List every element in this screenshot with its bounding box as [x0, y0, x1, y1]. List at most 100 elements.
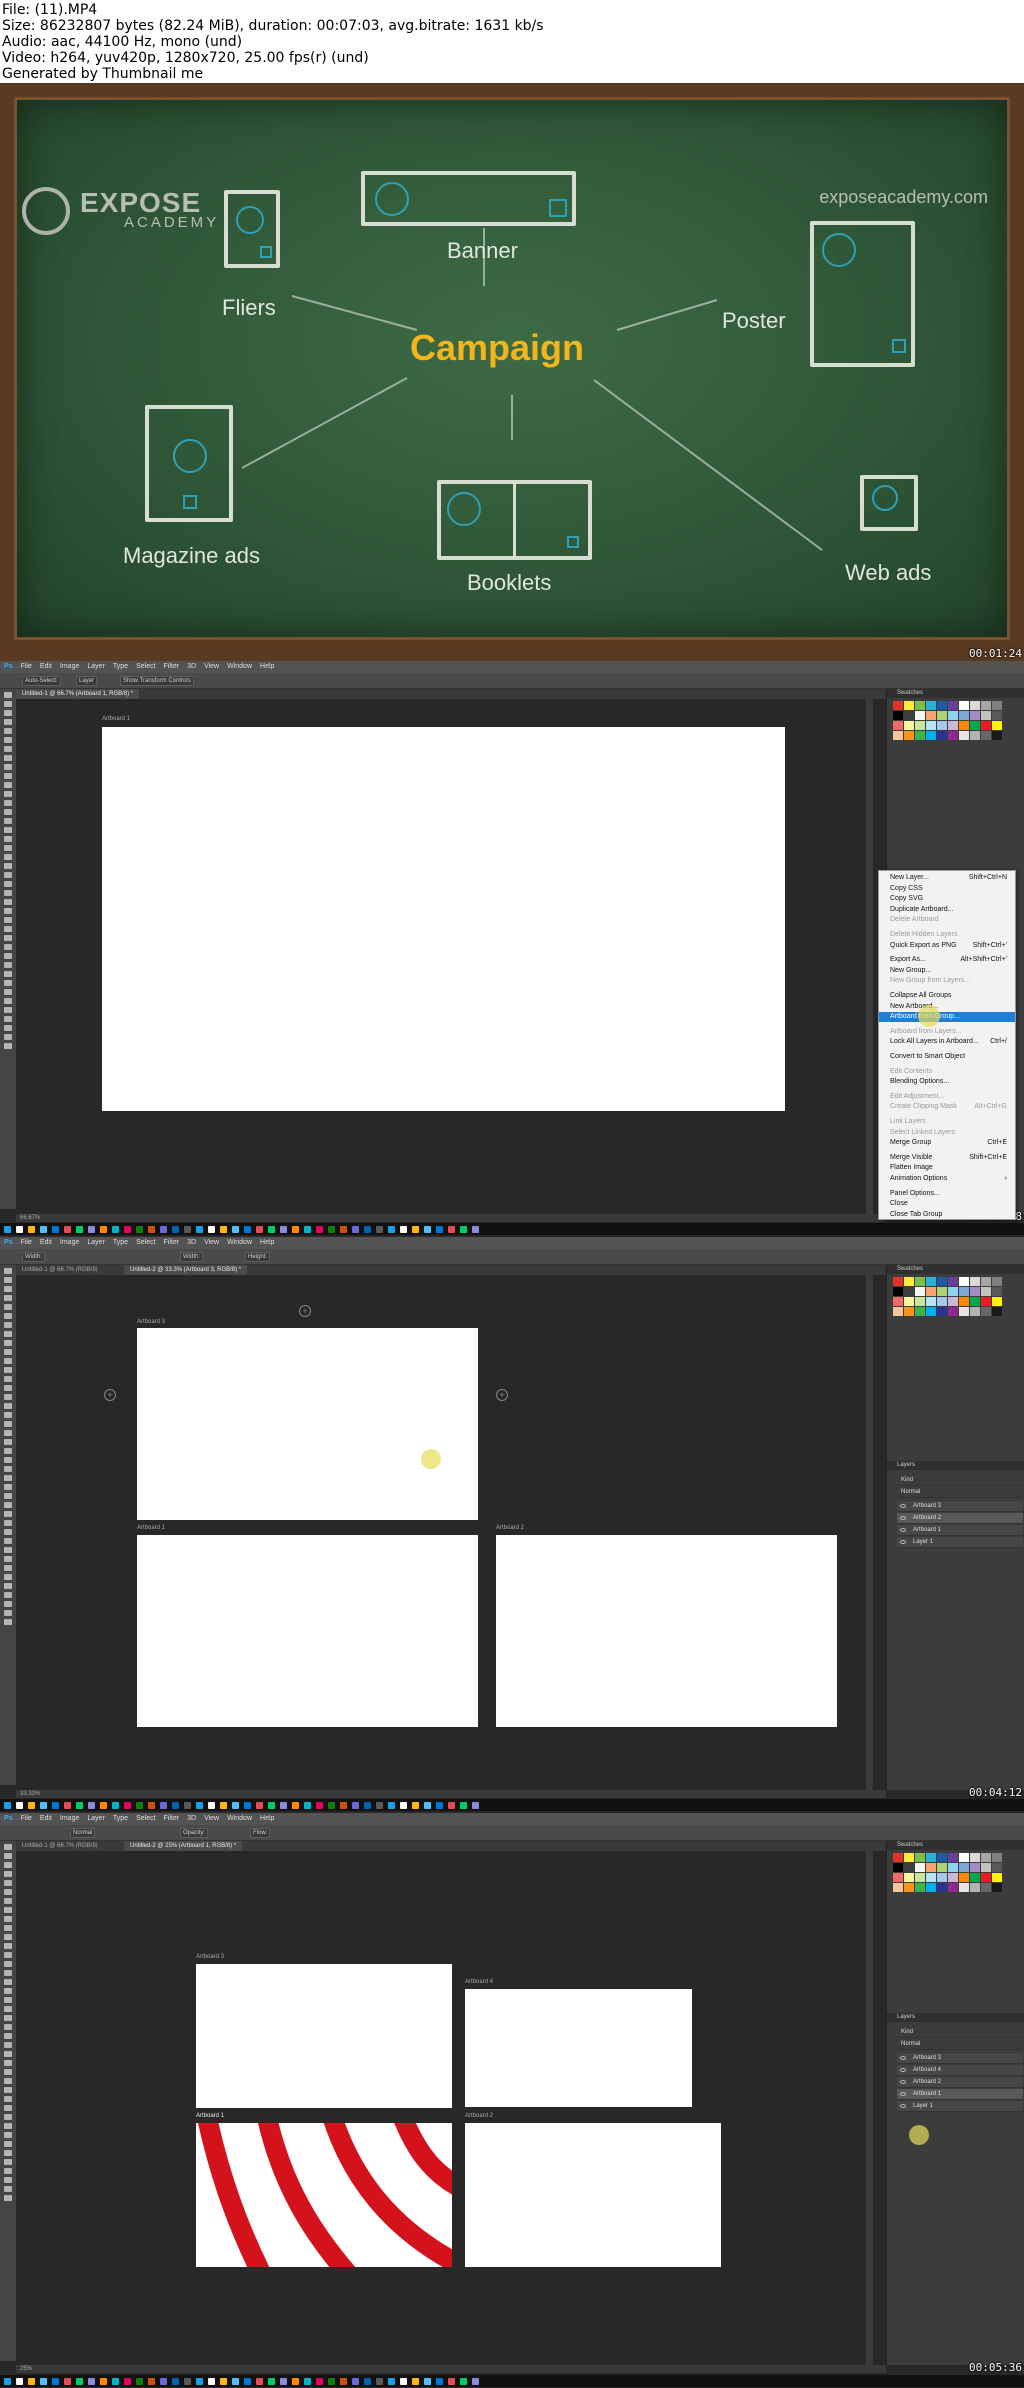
swatch[interactable]: [981, 731, 991, 740]
swatch[interactable]: [981, 1873, 991, 1882]
tool-icon[interactable]: [4, 1484, 12, 1490]
tool-icon[interactable]: [4, 2150, 12, 2156]
tool-icon[interactable]: [4, 2123, 12, 2129]
layer-row[interactable]: Artboard 4: [897, 2065, 1023, 2076]
taskbar-app-icon[interactable]: [100, 1226, 107, 1233]
taskbar-app-icon[interactable]: [316, 1226, 323, 1233]
vertical-scrollbar[interactable]: [866, 1275, 873, 1790]
swatch[interactable]: [981, 1297, 991, 1306]
taskbar-app-icon[interactable]: [256, 2378, 263, 2385]
swatch[interactable]: [915, 1863, 925, 1872]
artboard-1-stripes[interactable]: [196, 2123, 452, 2267]
swatch[interactable]: [926, 1883, 936, 1892]
taskbar-app-icon[interactable]: [28, 1226, 35, 1233]
canvas[interactable]: Artboard 3 Artboard 4 Artboard 1 Artboar…: [16, 1851, 872, 2365]
swatch[interactable]: [992, 1883, 1002, 1892]
swatch[interactable]: [948, 1297, 958, 1306]
taskbar-app-icon[interactable]: [268, 1802, 275, 1809]
tool-icon[interactable]: [4, 719, 12, 725]
swatch[interactable]: [992, 1853, 1002, 1862]
taskbar-app-icon[interactable]: [340, 1226, 347, 1233]
tool-icon[interactable]: [4, 2114, 12, 2120]
context-menu-item[interactable]: Copy SVG: [879, 894, 1015, 904]
tool-icon[interactable]: [4, 1385, 12, 1391]
context-menu-item[interactable]: Copy CSS: [879, 884, 1015, 894]
tool-icon[interactable]: [4, 818, 12, 824]
context-menu-item[interactable]: Collapse All Groups: [879, 991, 1015, 1001]
taskbar-app-icon[interactable]: [256, 1802, 263, 1809]
tool-icon[interactable]: [4, 1322, 12, 1328]
swatch[interactable]: [904, 711, 914, 720]
taskbar-app-icon[interactable]: [220, 1226, 227, 1233]
tool-icon[interactable]: [4, 989, 12, 995]
swatch[interactable]: [992, 711, 1002, 720]
menu-item[interactable]: Layer: [87, 1815, 105, 1822]
tool-icon[interactable]: [4, 2060, 12, 2066]
taskbar-app-icon[interactable]: [184, 2378, 191, 2385]
taskbar-app-icon[interactable]: [196, 1802, 203, 1809]
taskbar-app-icon[interactable]: [352, 1226, 359, 1233]
menu-item[interactable]: Help: [260, 663, 274, 670]
tools-panel[interactable]: [0, 689, 16, 1209]
tool-icon[interactable]: [4, 962, 12, 968]
taskbar-app-icon[interactable]: [160, 1802, 167, 1809]
eye-icon[interactable]: [900, 2068, 906, 2072]
swatch[interactable]: [904, 1297, 914, 1306]
taskbar-app-icon[interactable]: [388, 1226, 395, 1233]
swatch[interactable]: [937, 701, 947, 710]
mode-dropdown[interactable]: Normal: [70, 1828, 96, 1838]
tool-icon[interactable]: [4, 1520, 12, 1526]
tool-icon[interactable]: [4, 1493, 12, 1499]
add-artboard-left-icon[interactable]: +: [104, 1389, 116, 1401]
tool-icon[interactable]: [4, 800, 12, 806]
swatch[interactable]: [937, 711, 947, 720]
menu-item[interactable]: Ps: [4, 1239, 13, 1246]
swatch[interactable]: [904, 701, 914, 710]
menu-item[interactable]: Window: [227, 1815, 252, 1822]
swatch[interactable]: [904, 1277, 914, 1286]
tool-icon[interactable]: [4, 1619, 12, 1625]
taskbar-app-icon[interactable]: [280, 2378, 287, 2385]
menu-item[interactable]: View: [204, 1815, 219, 1822]
taskbar-app-icon[interactable]: [100, 1802, 107, 1809]
add-artboard-top-icon[interactable]: +: [299, 1305, 311, 1317]
swatch[interactable]: [970, 731, 980, 740]
taskbar-app-icon[interactable]: [388, 1802, 395, 1809]
swatch[interactable]: [992, 731, 1002, 740]
swatch[interactable]: [948, 711, 958, 720]
tool-icon[interactable]: [4, 854, 12, 860]
context-menu-item[interactable]: Convert to Smart Object: [879, 1052, 1015, 1062]
swatch[interactable]: [926, 1297, 936, 1306]
swatch[interactable]: [915, 701, 925, 710]
tool-icon[interactable]: [4, 1466, 12, 1472]
height-field[interactable]: Height:: [245, 1252, 271, 1262]
context-menu-item[interactable]: Edit Adjustment...: [879, 1092, 1015, 1102]
context-menu-item[interactable]: Blending Options...: [879, 1077, 1015, 1087]
taskbar-app-icon[interactable]: [436, 1802, 443, 1809]
swatch[interactable]: [904, 1863, 914, 1872]
swatch[interactable]: [992, 1873, 1002, 1882]
swatch[interactable]: [937, 1853, 947, 1862]
taskbar-app-icon[interactable]: [268, 1226, 275, 1233]
taskbar-app-icon[interactable]: [4, 1226, 11, 1233]
tool-icon[interactable]: [4, 1979, 12, 1985]
taskbar-app-icon[interactable]: [280, 1802, 287, 1809]
swatch[interactable]: [904, 721, 914, 730]
tool-icon[interactable]: [4, 2069, 12, 2075]
taskbar-app-icon[interactable]: [328, 1226, 335, 1233]
swatch[interactable]: [948, 1863, 958, 1872]
context-menu-item[interactable]: Select Linked Layers: [879, 1128, 1015, 1138]
layer-row[interactable]: Artboard 1: [897, 1525, 1023, 1536]
swatch[interactable]: [893, 721, 903, 730]
swatches-grid[interactable]: [893, 701, 1002, 740]
context-menu-item[interactable]: Create Clipping Mask Alt+Ctrl+G: [879, 1102, 1015, 1112]
menu-item[interactable]: View: [204, 663, 219, 670]
swatch[interactable]: [981, 1277, 991, 1286]
taskbar-app-icon[interactable]: [412, 1802, 419, 1809]
taskbar-app-icon[interactable]: [436, 2378, 443, 2385]
taskbar-app-icon[interactable]: [64, 1226, 71, 1233]
taskbar-app-icon[interactable]: [376, 2378, 383, 2385]
layer-row[interactable]: Layer 1: [897, 1537, 1023, 1548]
swatch[interactable]: [926, 701, 936, 710]
swatch[interactable]: [959, 701, 969, 710]
